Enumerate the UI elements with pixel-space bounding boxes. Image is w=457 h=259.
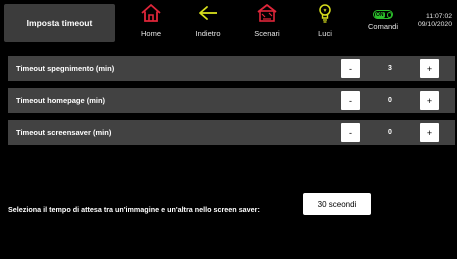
nav-scenes-label: Scenari — [254, 29, 280, 38]
nav-commands-button[interactable]: ON Comandi — [358, 3, 408, 41]
setting-row-shutdown-timeout: Timeout spegnimento (min) - 3 + — [8, 56, 455, 81]
setting-value: 0 — [388, 129, 392, 136]
setting-label: Timeout spegnimento (min) — [16, 64, 115, 73]
on-switch-icon: ON — [373, 10, 393, 19]
setting-label: Timeout homepage (min) — [16, 96, 106, 105]
setting-row-homepage-timeout: Timeout homepage (min) - 0 + — [8, 88, 455, 113]
increase-button[interactable]: + — [420, 91, 439, 110]
decrease-button[interactable]: - — [341, 91, 360, 110]
clock: 11:07:02 09/10/2020 — [418, 13, 452, 29]
top-bar: Imposta timeout Home Indietro Scenari Lu… — [0, 0, 457, 44]
on-badge-text: ON — [375, 11, 385, 18]
lightbulb-icon — [319, 4, 331, 23]
nav-home-label: Home — [140, 29, 161, 38]
increase-button[interactable]: + — [420, 59, 439, 78]
nav-lights-label: Luci — [318, 29, 332, 38]
nav-back-button[interactable]: Indietro — [183, 3, 233, 41]
screen: Imposta timeout Home Indietro Scenari Lu… — [0, 0, 457, 259]
decrease-button[interactable]: - — [341, 123, 360, 142]
setting-value: 3 — [388, 65, 392, 72]
nav-back-label: Indietro — [195, 29, 221, 38]
scenes-icon — [257, 4, 277, 22]
decrease-button[interactable]: - — [341, 59, 360, 78]
screensaver-interval-label: Seleziona il tempo di attesa tra un'imma… — [8, 205, 260, 214]
clock-time: 11:07:02 — [426, 13, 452, 20]
home-icon — [141, 4, 161, 22]
nav-lights-button[interactable]: Luci — [300, 3, 350, 41]
nav-commands-label: Comandi — [367, 22, 398, 31]
setting-label: Timeout screensaver (min) — [16, 128, 112, 137]
page-title: Imposta timeout — [4, 4, 115, 42]
clock-date: 09/10/2020 — [417, 21, 452, 28]
nav-scenes-button[interactable]: Scenari — [242, 3, 292, 41]
setting-row-screensaver-timeout: Timeout screensaver (min) - 0 + — [8, 120, 455, 145]
setting-value: 0 — [388, 97, 392, 104]
back-arrow-icon — [199, 6, 217, 20]
increase-button[interactable]: + — [420, 123, 439, 142]
screensaver-interval-select[interactable]: 30 sceondi — [303, 193, 371, 215]
nav-home-button[interactable]: Home — [126, 3, 176, 41]
switch-knob — [386, 11, 392, 18]
